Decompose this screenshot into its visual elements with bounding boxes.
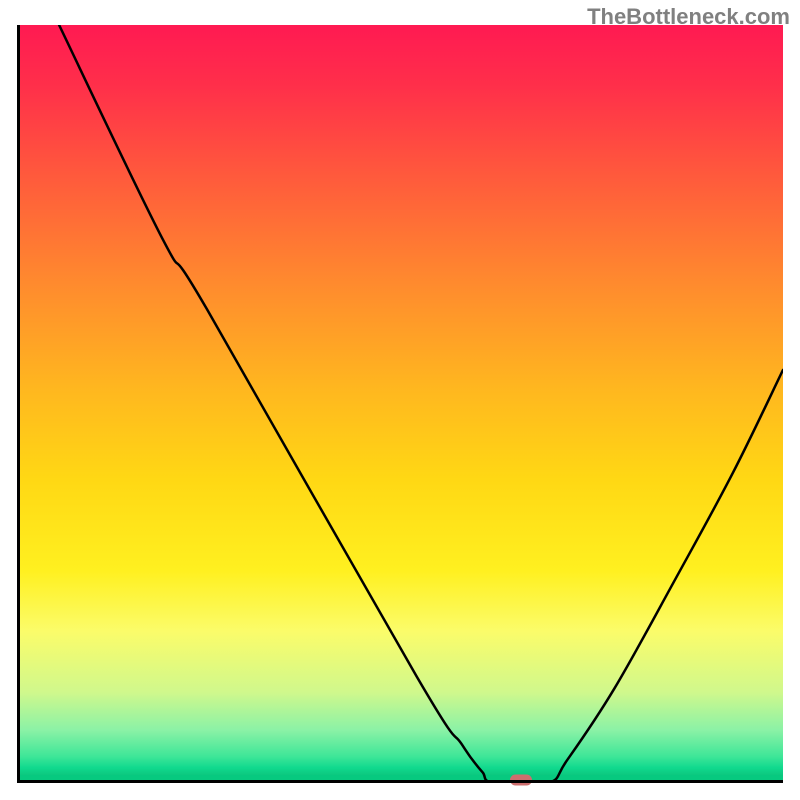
x-axis bbox=[17, 780, 783, 783]
plot-area bbox=[17, 25, 783, 783]
chart-container: TheBottleneck.com bbox=[0, 0, 800, 800]
y-axis bbox=[17, 25, 20, 783]
bottleneck-curve bbox=[17, 25, 783, 783]
watermark-text: TheBottleneck.com bbox=[587, 4, 790, 30]
